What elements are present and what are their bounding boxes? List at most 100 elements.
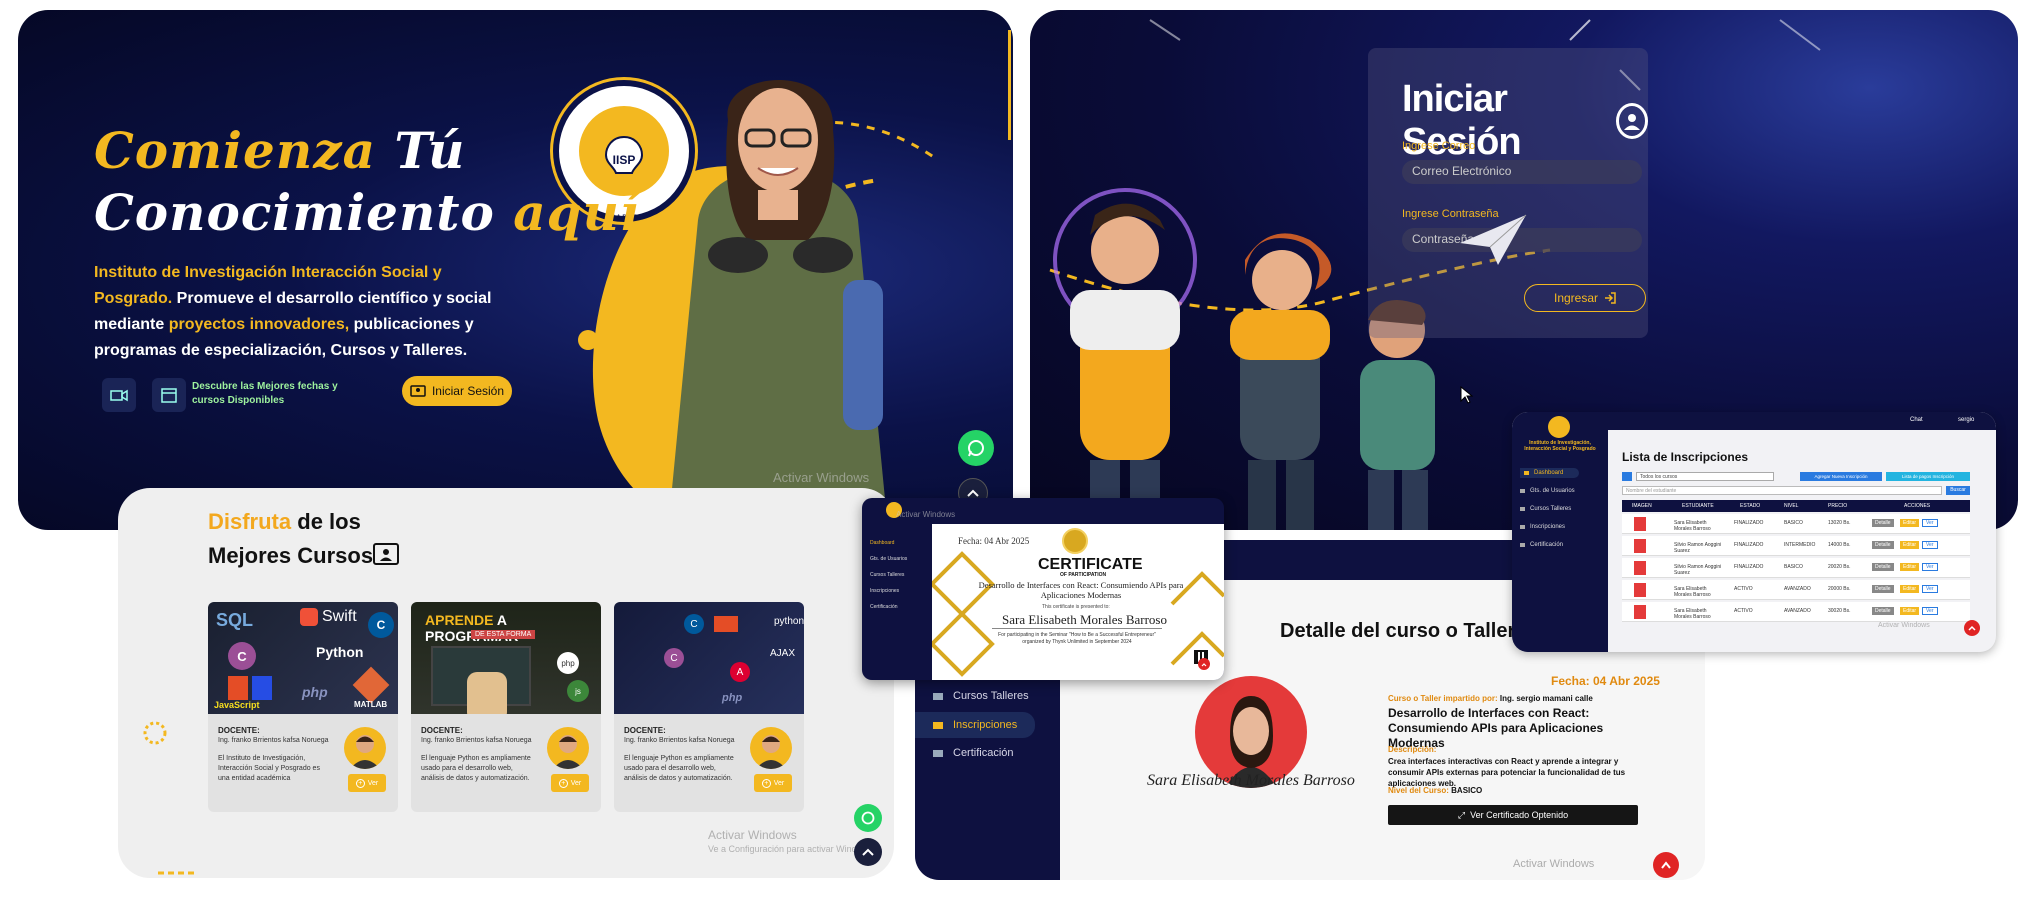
chat-label[interactable]: Chat: [1910, 417, 1923, 423]
admin-sidebar-item[interactable]: Cursos Talleres: [1520, 506, 1571, 512]
course-description: El Instituto de Investigación, Interacci…: [218, 755, 320, 782]
course-description: El lenguaje Python es ampliamente usado …: [624, 755, 734, 782]
whatsapp-icon[interactable]: [854, 804, 882, 832]
calendar-icon[interactable]: [152, 378, 186, 412]
scrollbar-thumb[interactable]: [1008, 30, 1011, 140]
cert-sidebar-item[interactable]: Dashboard: [870, 540, 894, 546]
detail-button[interactable]: Detalle: [1872, 563, 1894, 571]
activate-windows-watermark: Activar Windows: [1513, 858, 1595, 870]
view-button[interactable]: Ver: [1922, 519, 1938, 527]
admin-sidebar-item[interactable]: Gts. de Usuarios: [1520, 488, 1575, 494]
cert-sidebar-label: Inscripciones: [870, 588, 900, 594]
detail-title: Detalle del curso o Taller: [1280, 620, 1516, 642]
hero-login-button[interactable]: Iniciar Sesión: [402, 376, 512, 406]
scroll-up-icon[interactable]: [854, 838, 882, 866]
user-label[interactable]: sergio: [1958, 417, 1974, 423]
edit-button[interactable]: Editar: [1900, 607, 1920, 615]
courses-heading-word-1: Disfruta: [208, 509, 292, 534]
row-price: 13020 Bs.: [1828, 520, 1851, 526]
cert-sidebar-item[interactable]: Cursos Talleres: [870, 572, 904, 578]
scroll-up-icon[interactable]: [1964, 620, 1980, 636]
row-student: Silvio Ramon Aoggini Suarez: [1674, 564, 1722, 576]
view-certificate-label: Ver Certificado Optenido: [1470, 810, 1569, 820]
course-image-tech-icons: C C python AJAX A php: [614, 602, 804, 714]
view-button[interactable]: Ver: [1922, 585, 1938, 593]
whatsapp-icon[interactable]: [958, 430, 994, 466]
scroll-up-icon[interactable]: [1653, 852, 1679, 878]
row-state: FINALIZADO: [1734, 564, 1764, 570]
view-course-button[interactable]: + Ver: [754, 774, 792, 792]
view-certificate-button[interactable]: ⤢ Ver Certificado Optenido: [1388, 805, 1638, 825]
row-student: Sara Elisabeth Morales Barroso: [1674, 608, 1711, 620]
medal-icon: [1062, 528, 1088, 554]
view-button[interactable]: Ver: [1922, 607, 1938, 615]
teacher-name: Ing. sergio mamani calle: [1499, 694, 1593, 703]
search-button[interactable]: Buscar: [1946, 486, 1970, 495]
login-submit-button[interactable]: Ingresar: [1524, 284, 1646, 312]
admin-enrollments-panel: Chat sergio Instituto de Investigación, …: [1512, 412, 1996, 652]
course-card[interactable]: SQL Swift C C Python php MATLAB JavaScri…: [208, 602, 398, 812]
detail-button[interactable]: Detalle: [1872, 541, 1894, 549]
edit-button[interactable]: Editar: [1900, 541, 1920, 549]
cert-sidebar-item[interactable]: Gts. de Usuarios: [870, 556, 907, 562]
table-row[interactable]: Sara Elisabeth Morales Barroso ACTIVO AVAN…: [1622, 580, 1970, 600]
view-button[interactable]: Ver: [1922, 541, 1938, 549]
certificate-presented: This certificate is presented to:: [1042, 604, 1110, 610]
teacher-avatar: [344, 727, 386, 769]
refresh-icon[interactable]: [1622, 472, 1632, 481]
payment-list-button[interactable]: Lista de pagos Inscripción: [1886, 472, 1970, 481]
certificate-recipient: Sara Elisabeth Morales Barroso: [1002, 612, 1167, 627]
view-button[interactable]: Ver: [1922, 563, 1938, 571]
cert-sidebar-item[interactable]: Certificación: [870, 604, 898, 610]
edit-button[interactable]: Editar: [1900, 519, 1920, 527]
row-avatar: [1634, 605, 1646, 619]
admin-sidebar-item[interactable]: Inscripciones: [1520, 524, 1565, 530]
row-price: 30020 Bs.: [1828, 608, 1851, 614]
institute-logo-small: [1548, 416, 1570, 438]
level-label: Nivel del Curso:: [1388, 786, 1449, 795]
row-state: FINALIZADO: [1734, 542, 1764, 548]
level-line: Nivel del Curso: BASICO: [1388, 786, 1482, 795]
scroll-up-icon[interactable]: [1198, 658, 1210, 670]
student-search-input[interactable]: Nombre del estudiante: [1622, 486, 1942, 495]
sidebar-item-label: Inscripciones: [953, 719, 1018, 731]
edit-button[interactable]: Editar: [1900, 585, 1920, 593]
list-icon: [933, 692, 943, 700]
table-row[interactable]: Silvio Ramon Aoggini Suarez FINALIZADO INT…: [1622, 536, 1970, 556]
view-course-label: Ver: [773, 779, 785, 787]
video-icon[interactable]: [102, 378, 136, 412]
course-filter-select[interactable]: Todos los cursos: [1636, 472, 1774, 481]
certificate-footer: For participating in the Seminar "How to…: [998, 632, 1156, 645]
detail-button[interactable]: Detalle: [1872, 519, 1894, 527]
admin-sidebar-item[interactable]: Certificación: [1520, 542, 1563, 548]
signature-line: [992, 628, 1162, 629]
teacher-label: Curso o Taller impartido por:: [1388, 694, 1498, 703]
email-input[interactable]: Correo Electrónico: [1402, 160, 1642, 184]
edit-button[interactable]: Editar: [1900, 563, 1920, 571]
hero-panel: IISP U.A.B.J.B Comienza Tú Conocimiento …: [18, 10, 1013, 530]
row-price: 20020 Bs.: [1828, 564, 1851, 570]
row-student: Sara Elisabeth Morales Barroso: [1674, 586, 1711, 598]
table-row[interactable]: Sara Elisabeth Morales Barroso ACTIVO AVAN…: [1622, 602, 1970, 622]
detail-button[interactable]: Detalle: [1872, 607, 1894, 615]
certificate-subtitle: OF PARTICIPATION: [1060, 572, 1107, 578]
course-card[interactable]: APRENDE A PROGRAMAR DE ESTA FORMA php js…: [411, 602, 601, 812]
column-header: IMAGEN: [1632, 503, 1652, 509]
user-circle-icon: [1615, 103, 1648, 139]
table-row[interactable]: Silvio Ramon Aoggini Suarez FINALIZADO BAS…: [1622, 558, 1970, 578]
course-card[interactable]: C C python AJAX A php DOCENTE: Ing. fran…: [614, 602, 804, 812]
table-row[interactable]: Sara Elisabeth Morales Barroso FINALIZADO…: [1622, 514, 1970, 534]
admin-sidebar-label: Dashboard: [1534, 470, 1564, 476]
view-course-button[interactable]: + Ver: [551, 774, 589, 792]
admin-sidebar-item[interactable]: Dashboard: [1520, 468, 1580, 478]
add-enrollment-button[interactable]: Agregar Nueva Inscripción: [1800, 472, 1882, 481]
detail-button[interactable]: Detalle: [1872, 585, 1894, 593]
view-course-button[interactable]: + Ver: [348, 774, 386, 792]
sidebar-item-cursos[interactable]: Cursos Talleres: [915, 683, 1035, 709]
cert-sidebar-item[interactable]: Inscripciones: [870, 588, 899, 594]
sidebar-item-certificacion[interactable]: Certificación: [915, 740, 1035, 766]
table-header: IMAGEN ESTUDIANTE ESTADO NIVEL PRECIO AC…: [1622, 500, 1970, 512]
mouse-cursor-icon: [1460, 386, 1474, 404]
sidebar-item-inscripciones[interactable]: Inscripciones: [915, 712, 1035, 738]
cert-sidebar-label: Dashboard: [870, 540, 895, 546]
